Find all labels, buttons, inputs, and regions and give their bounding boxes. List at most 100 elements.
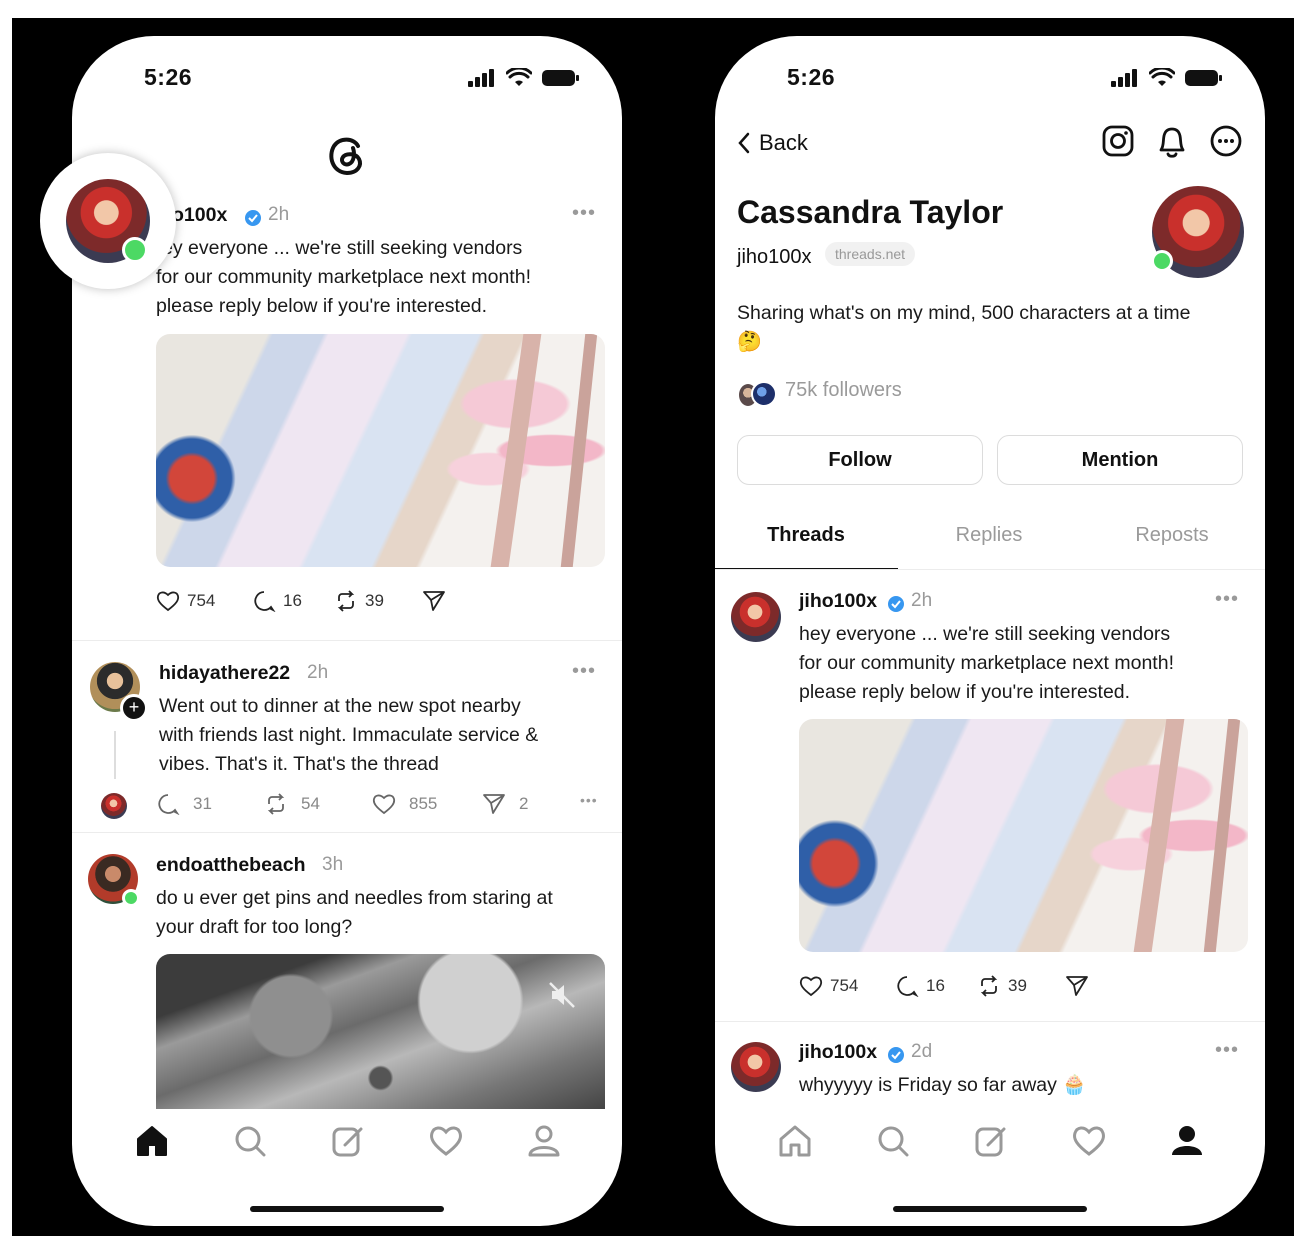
thread-line (114, 731, 116, 779)
post-text-line: do u ever get pins and needles from star… (156, 887, 553, 909)
home-indicator (250, 1206, 444, 1212)
divider (715, 1021, 1265, 1022)
comment-icon (897, 976, 919, 997)
post-username[interactable]: endoatthebeach (156, 854, 306, 877)
repost-button[interactable]: 39 (977, 975, 1027, 997)
online-status-icon (122, 237, 148, 263)
tab-replies[interactable]: Replies (909, 524, 1069, 547)
post-time: 2h (307, 662, 329, 683)
tab-threads[interactable]: Threads (726, 524, 886, 547)
comment-icon (158, 794, 180, 815)
muted-icon[interactable] (547, 980, 577, 1010)
post-text-line: for our community marketplace next month… (156, 266, 531, 288)
repost-icon (337, 590, 355, 612)
follow-plus-icon[interactable]: + (120, 694, 148, 722)
repost-icon (980, 975, 998, 997)
repost-button[interactable]: 54 (264, 793, 320, 815)
wifi-icon (1149, 68, 1175, 86)
post-text-line: your draft for too long? (156, 916, 353, 938)
comment-count: 16 (926, 976, 945, 995)
status-time: 5:26 (144, 64, 193, 90)
share-button[interactable]: 2 (482, 793, 528, 815)
more-options-icon[interactable]: ••• (572, 660, 596, 683)
share-button[interactable] (1065, 975, 1089, 997)
post-text-line: vibes. That's it. That's the thread (159, 753, 439, 775)
divider (72, 640, 622, 641)
battery-icon (1185, 70, 1222, 86)
bottom-nav (715, 1121, 1265, 1181)
profile-handle: jiho100x (737, 246, 812, 268)
reply-avatar[interactable] (101, 793, 127, 819)
like-button[interactable]: 754 (156, 590, 215, 612)
more-options-icon[interactable]: ••• (580, 792, 598, 808)
repost-count: 39 (365, 591, 384, 610)
post-text-line: ey everyone ... we're still seeking vend… (162, 237, 523, 259)
post-video[interactable] (156, 954, 605, 1109)
heart-icon[interactable] (426, 1121, 466, 1161)
status-icons (468, 68, 580, 88)
avatar[interactable] (731, 1042, 781, 1092)
post-username[interactable]: o100x (172, 204, 227, 227)
home-indicator (893, 1206, 1087, 1212)
more-options-icon[interactable]: ••• (1215, 1039, 1239, 1062)
like-button[interactable]: 855 (372, 793, 437, 815)
repost-icon (267, 793, 285, 815)
avatar[interactable] (731, 592, 781, 642)
notification-bell-icon[interactable] (1155, 124, 1189, 160)
verified-badge-icon (888, 1047, 904, 1063)
home-icon[interactable] (132, 1121, 172, 1161)
online-status-icon (1151, 250, 1173, 272)
chevron-left-icon (738, 132, 750, 154)
like-count: 754 (830, 976, 859, 995)
post-emoji: 🧁 (1062, 1074, 1087, 1096)
followers-count[interactable]: 75k followers (785, 379, 902, 402)
like-count: 855 (409, 794, 438, 813)
profile-icon[interactable] (524, 1121, 564, 1161)
heart-icon (799, 976, 823, 997)
repost-button[interactable]: 39 (334, 590, 384, 612)
post-username[interactable]: jiho100x (799, 1041, 877, 1064)
cellular-signal-icon (1111, 69, 1137, 87)
threads-logo-icon[interactable] (324, 132, 370, 178)
post-image[interactable] (156, 334, 605, 567)
more-options-icon[interactable] (1209, 124, 1243, 158)
domain-badge[interactable]: threads.net (825, 242, 916, 266)
more-options-icon[interactable]: ••• (1215, 588, 1239, 611)
profile-icon[interactable] (1167, 1121, 1207, 1161)
more-options-icon[interactable]: ••• (572, 202, 596, 225)
follower-avatar (751, 381, 777, 407)
send-icon (483, 794, 505, 814)
instagram-icon[interactable] (1101, 124, 1135, 158)
follow-button[interactable]: Follow (737, 435, 983, 485)
post-image[interactable] (799, 719, 1248, 952)
like-count: 754 (187, 591, 216, 610)
post-time: 2h (911, 590, 933, 611)
search-icon[interactable] (230, 1121, 270, 1161)
compose-icon[interactable] (971, 1121, 1011, 1161)
compose-icon[interactable] (328, 1121, 368, 1161)
heart-icon (156, 591, 180, 612)
divider (72, 832, 622, 833)
post-username[interactable]: hidayathere22 (159, 662, 290, 685)
comment-icon (254, 591, 276, 612)
like-button[interactable]: 754 (799, 975, 858, 997)
post-text: whyyyyy is Friday so far away 🧁 (799, 1071, 1087, 1100)
status-icons (1111, 68, 1223, 88)
tab-reposts[interactable]: Reposts (1092, 524, 1252, 547)
search-icon[interactable] (873, 1121, 913, 1161)
comment-count: 31 (193, 794, 212, 813)
bio-emoji: 🤔 (737, 331, 762, 353)
post-username[interactable]: jiho100x (799, 590, 877, 613)
send-icon (423, 591, 445, 611)
comment-button[interactable]: 16 (252, 590, 302, 612)
repost-count: 54 (301, 794, 320, 813)
heart-icon[interactable] (1069, 1121, 1109, 1161)
home-icon[interactable] (775, 1121, 815, 1161)
mention-button[interactable]: Mention (997, 435, 1243, 485)
share-button[interactable] (422, 590, 446, 612)
comment-button[interactable]: 16 (895, 975, 945, 997)
divider (715, 569, 1265, 570)
comment-button[interactable]: 31 (156, 793, 212, 815)
back-button[interactable]: Back (737, 130, 808, 156)
post-text-line: Went out to dinner at the new spot nearb… (159, 695, 521, 717)
